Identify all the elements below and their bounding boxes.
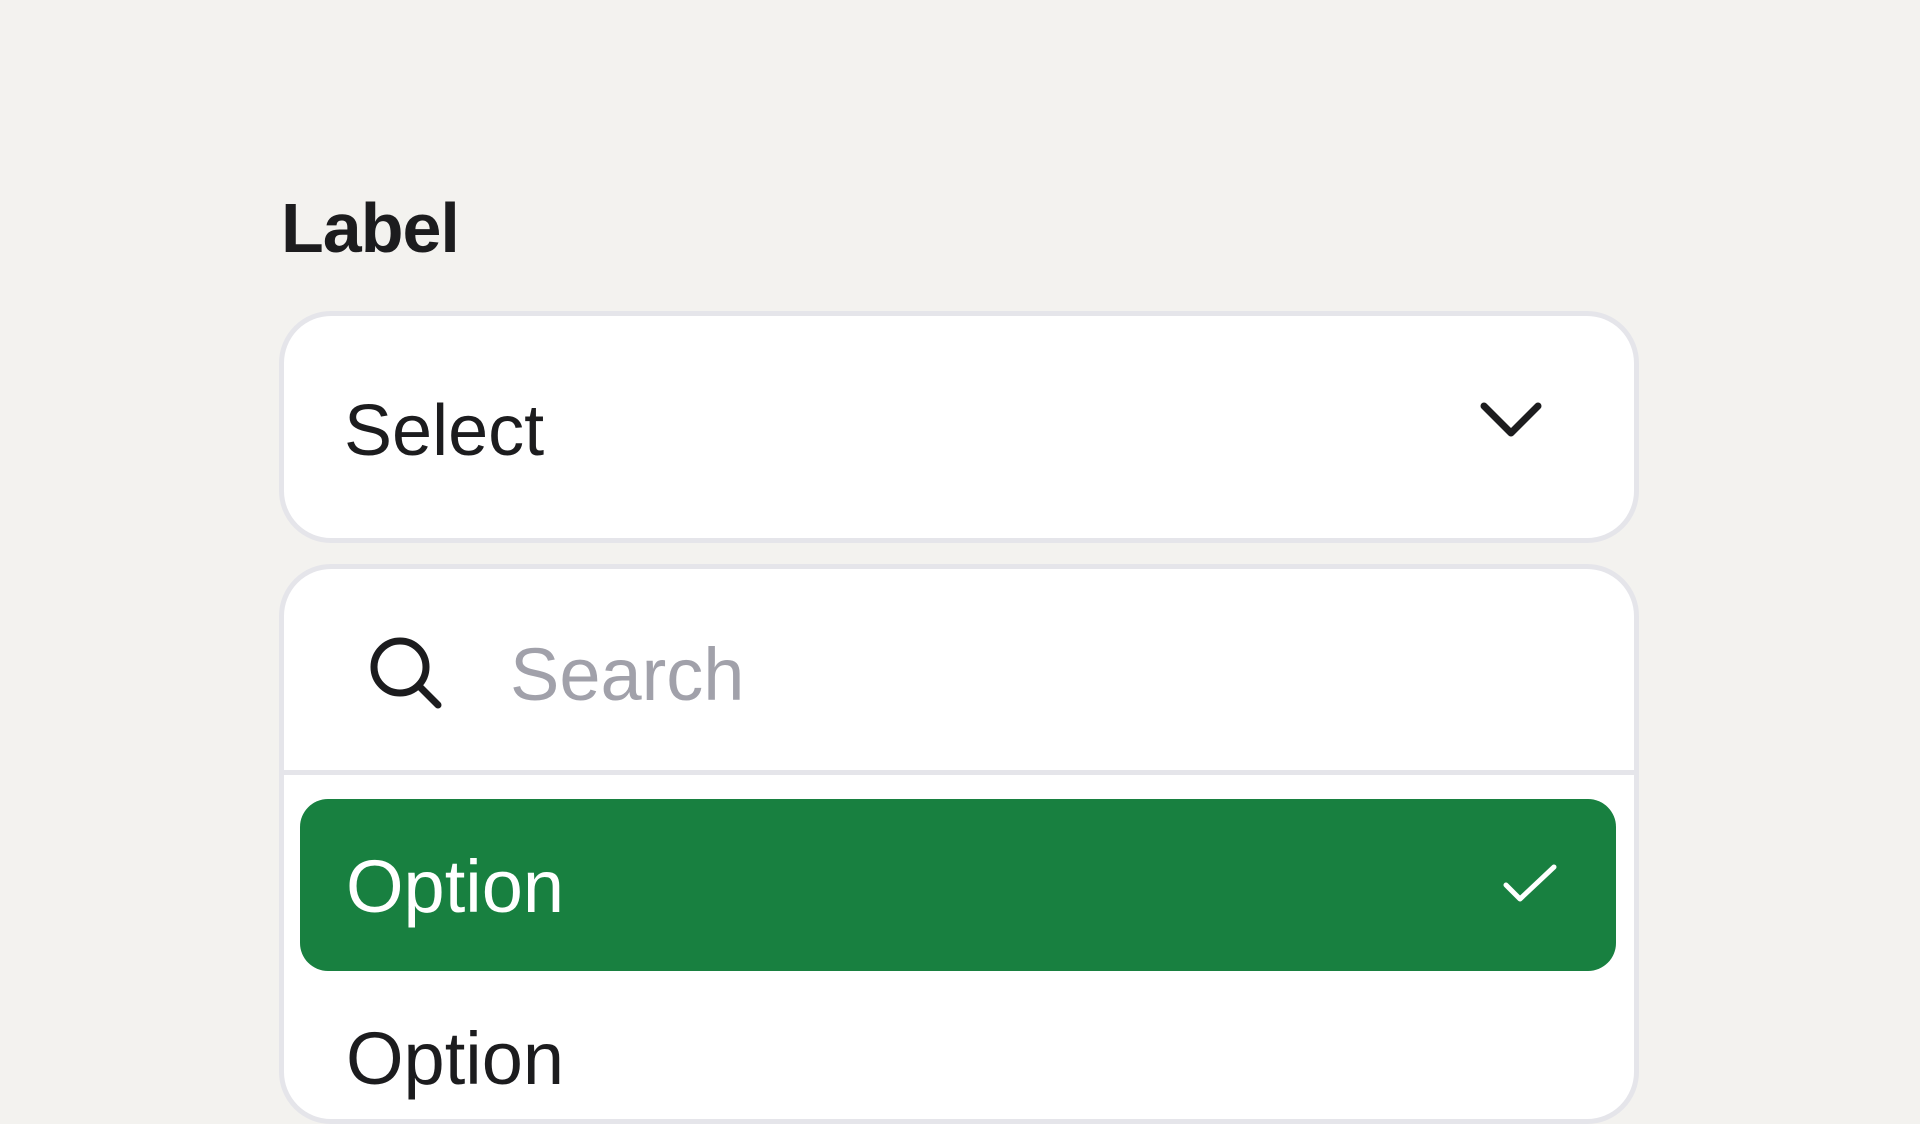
- select-value: Select: [344, 391, 545, 471]
- select-dropdown[interactable]: Select: [279, 311, 1639, 543]
- search-input[interactable]: [510, 629, 1510, 719]
- option-item[interactable]: Option: [300, 971, 1616, 1119]
- field-label: Label: [281, 189, 460, 267]
- search-row: [284, 569, 1634, 775]
- search-icon: [370, 637, 442, 709]
- option-label: Option: [346, 1017, 565, 1100]
- option-label: Option: [346, 845, 565, 928]
- chevron-down-icon: [1480, 402, 1542, 437]
- option-item-selected[interactable]: Option: [300, 799, 1616, 971]
- check-icon: [1503, 864, 1557, 902]
- dropdown-panel: Option Option: [279, 564, 1639, 1124]
